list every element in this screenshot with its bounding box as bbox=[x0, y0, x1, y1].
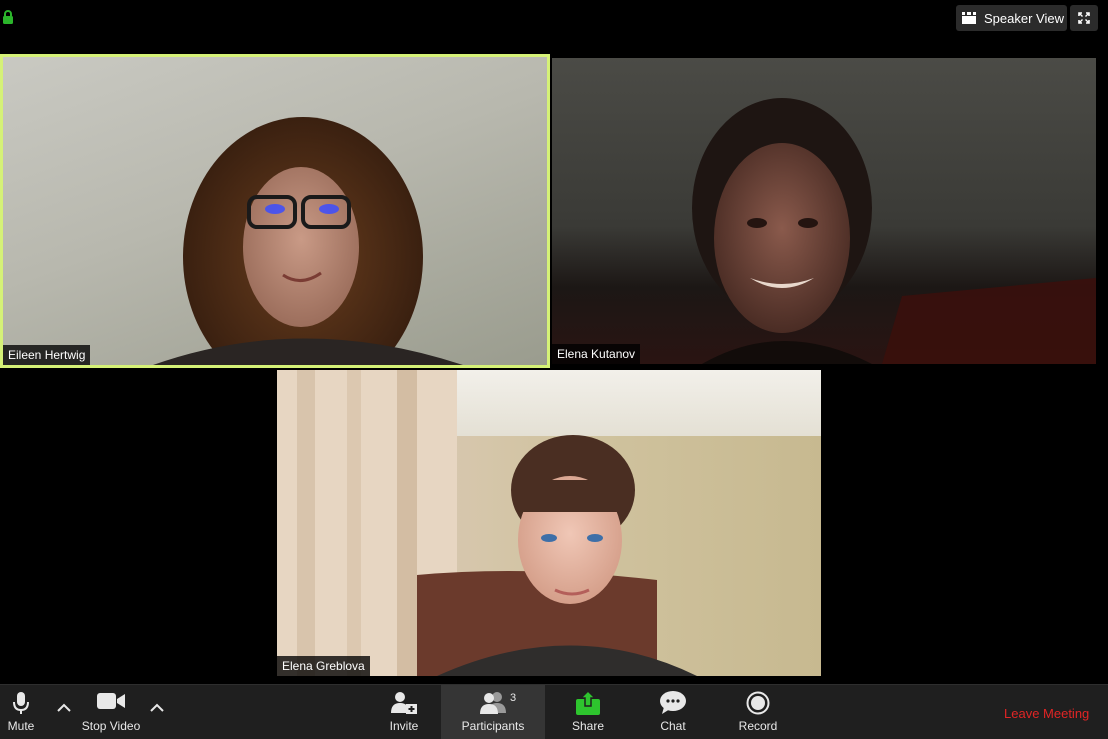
chevron-up-icon[interactable] bbox=[56, 701, 72, 713]
camera-icon bbox=[97, 693, 125, 709]
record-button[interactable]: Record bbox=[732, 685, 784, 739]
participant-video bbox=[153, 117, 463, 365]
record-label: Record bbox=[738, 719, 778, 733]
speaker-view-button[interactable]: Speaker View bbox=[956, 5, 1067, 31]
share-label: Share bbox=[571, 719, 605, 733]
video-tile-eileen-hertwig[interactable]: Eileen Hertwig bbox=[0, 54, 550, 368]
participant-name-tag: Eileen Hertwig bbox=[3, 345, 91, 365]
participants-button[interactable]: 3 Participants bbox=[441, 685, 545, 739]
invite-button[interactable]: Invite bbox=[380, 685, 428, 739]
chat-label: Chat bbox=[660, 719, 686, 733]
mute-label: Mute bbox=[7, 719, 35, 733]
leave-meeting-button[interactable]: Leave Meeting bbox=[1004, 706, 1089, 721]
microphone-icon bbox=[13, 692, 29, 714]
meeting-toolbar: Mute Stop Video Invite 3 Participants Sh… bbox=[0, 684, 1108, 739]
mute-button[interactable]: Mute bbox=[0, 685, 42, 739]
speaker-view-icon bbox=[962, 12, 976, 24]
fullscreen-button[interactable] bbox=[1070, 5, 1098, 31]
invite-label: Invite bbox=[389, 719, 419, 733]
share-screen-icon bbox=[576, 691, 600, 715]
participant-name-tag: Elena Kutanov bbox=[552, 344, 641, 364]
record-icon bbox=[746, 691, 770, 715]
lock-icon[interactable] bbox=[2, 10, 14, 24]
participants-count: 3 bbox=[510, 692, 517, 704]
participants-icon bbox=[480, 692, 506, 714]
meeting-window: Speaker View Eileen Hertwig Elena Kutano… bbox=[0, 0, 1108, 739]
speaker-view-label: Speaker View bbox=[984, 10, 1064, 26]
stop-video-button[interactable]: Stop Video bbox=[74, 685, 148, 739]
video-tile-elena-greblova[interactable]: Elena Greblova bbox=[277, 370, 821, 676]
participants-label: Participants bbox=[461, 719, 525, 733]
participant-video bbox=[692, 98, 1096, 364]
stop-video-label: Stop Video bbox=[81, 719, 141, 733]
participant-video bbox=[277, 370, 821, 676]
chevron-up-icon[interactable] bbox=[149, 701, 165, 713]
share-button[interactable]: Share bbox=[564, 685, 612, 739]
fullscreen-icon bbox=[1078, 12, 1090, 24]
chat-button[interactable]: Chat bbox=[650, 685, 696, 739]
chat-bubble-icon bbox=[660, 691, 686, 714]
add-person-icon bbox=[391, 692, 417, 714]
video-tile-elena-kutanov[interactable]: Elena Kutanov bbox=[552, 58, 1096, 364]
participant-name-tag: Elena Greblova bbox=[277, 656, 370, 676]
